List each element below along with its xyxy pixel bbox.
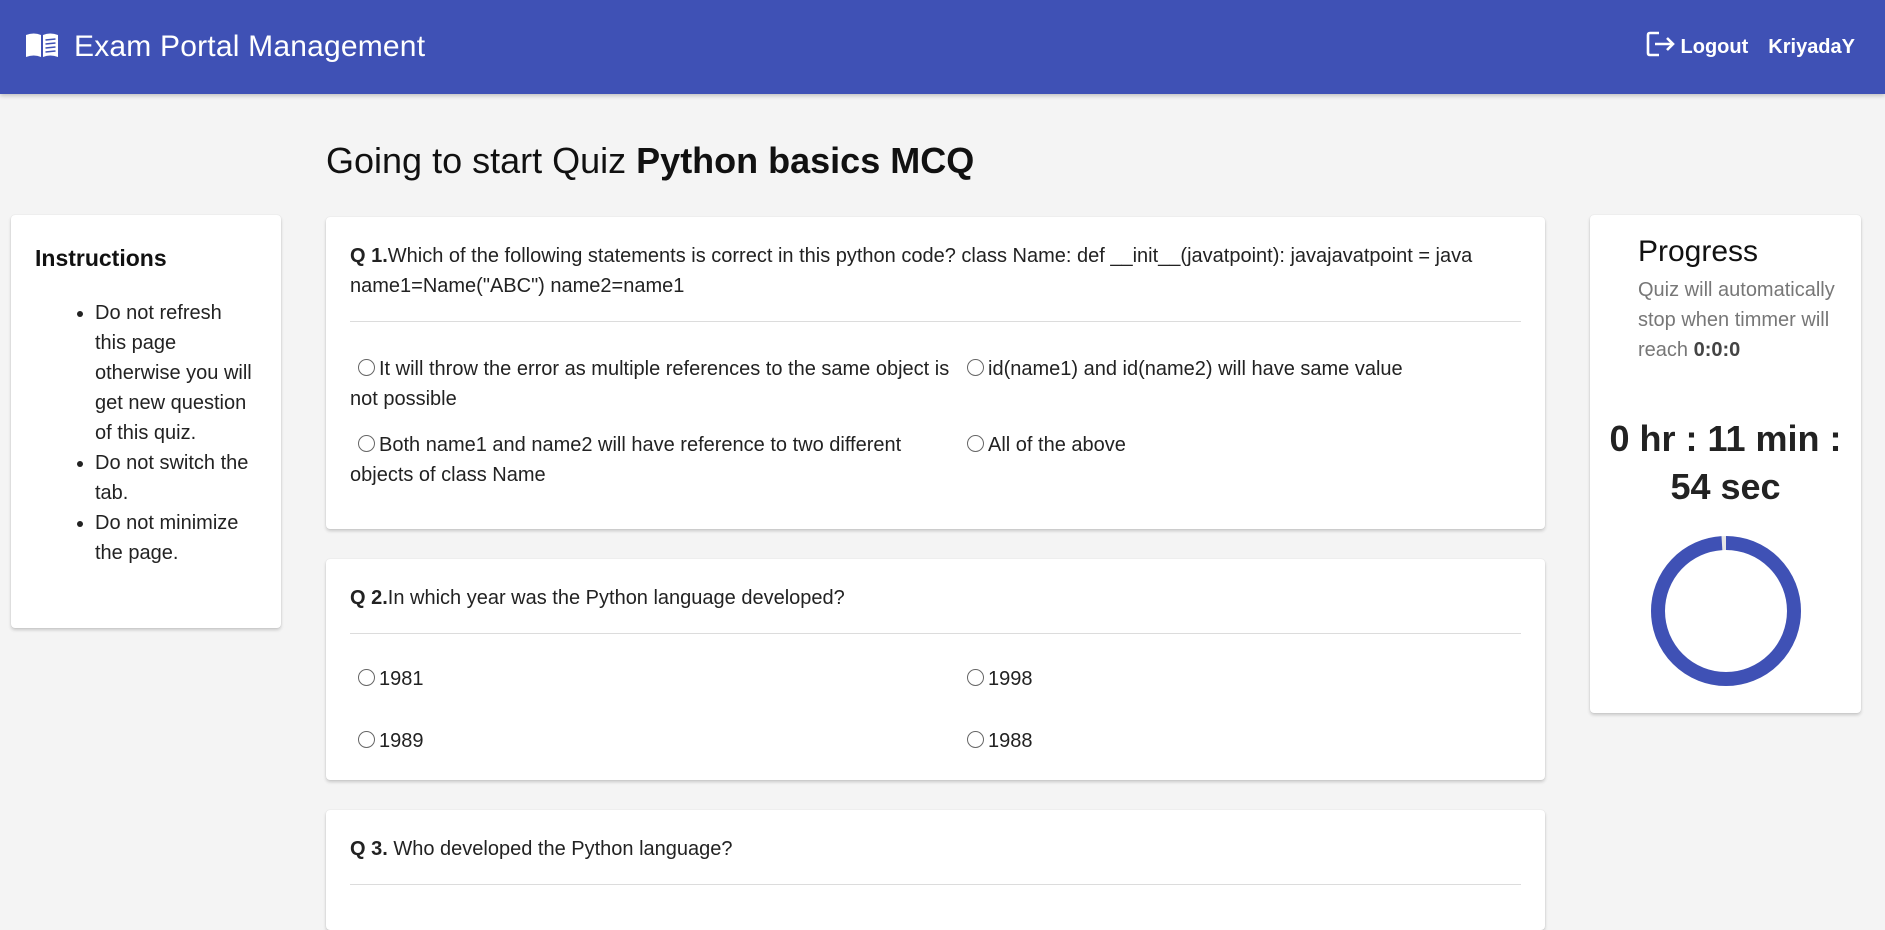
question-card-1: Q 1.Which of the following statements is… [326, 217, 1545, 529]
user-name[interactable]: KriyadaY [1768, 36, 1855, 59]
option[interactable]: 1989 [350, 726, 959, 756]
option[interactable]: Both name1 and name2 will have reference… [350, 430, 959, 490]
option[interactable]: All of the above [959, 430, 1521, 490]
logout-icon [1645, 29, 1677, 65]
option-label: 1981 [379, 668, 424, 690]
quiz-name: Python basics MCQ [636, 140, 975, 181]
progress-stop-time: 0:0:0 [1693, 339, 1741, 361]
top-navbar: Exam Portal Management Logout KriyadaY [0, 0, 1885, 94]
radio-button[interactable] [967, 359, 984, 376]
question-number: Q 3. [350, 838, 388, 860]
progress-spinner [1651, 536, 1801, 686]
instruction-item: Do not refresh this page otherwise you w… [95, 298, 257, 448]
question-text: Q 2.In which year was the Python languag… [350, 559, 1521, 634]
question-text: Q 3. Who developed the Python language? [350, 810, 1521, 885]
option-label: 1998 [988, 668, 1033, 690]
radio-button[interactable] [967, 435, 984, 452]
radio-button[interactable] [358, 359, 375, 376]
timer-line-1: 0 hr : 11 min : [1609, 418, 1842, 459]
radio-button[interactable] [358, 731, 375, 748]
question-card-3: Q 3. Who developed the Python language? [326, 810, 1545, 930]
question-body: Which of the following statements is cor… [350, 245, 1473, 297]
radio-button[interactable] [358, 669, 375, 686]
options-group: 1981 1998 1989 1988 [350, 634, 1521, 756]
radio-button[interactable] [967, 731, 984, 748]
question-number: Q 2. [350, 587, 388, 609]
page-title: Going to start Quiz Python basics MCQ [326, 140, 974, 182]
brand[interactable]: Exam Portal Management [24, 30, 425, 65]
countdown-timer: 0 hr : 11 min : 54 sec [1590, 415, 1861, 511]
option[interactable]: 1981 [350, 664, 959, 694]
radio-button[interactable] [358, 435, 375, 452]
instructions-list: Do not refresh this page otherwise you w… [35, 298, 257, 568]
book-icon [24, 30, 60, 65]
logout-button[interactable]: Logout [1645, 29, 1749, 65]
logout-label: Logout [1680, 35, 1749, 58]
question-body: Who developed the Python language? [387, 838, 733, 860]
question-number: Q 1. [350, 245, 388, 267]
option-label: All of the above [988, 434, 1126, 456]
option-label: 1988 [988, 730, 1033, 752]
option-label: It will throw the error as multiple refe… [350, 358, 950, 410]
instructions-card: Instructions Do not refresh this page ot… [11, 215, 281, 628]
progress-title: Progress [1638, 235, 1759, 268]
question-text: Q 1.Which of the following statements is… [350, 217, 1521, 322]
question-body: In which year was the Python language de… [387, 587, 845, 609]
option[interactable]: 1998 [959, 664, 1521, 694]
page-title-prefix: Going to start Quiz [326, 140, 627, 181]
option[interactable]: 1988 [959, 726, 1521, 756]
progress-note: Quiz will automatically stop when timmer… [1638, 275, 1838, 365]
instruction-item: Do not minimize the page. [95, 508, 257, 568]
option[interactable]: id(name1) and id(name2) will have same v… [959, 354, 1521, 414]
question-card-2: Q 2.In which year was the Python languag… [326, 559, 1545, 780]
options-group: It will throw the error as multiple refe… [350, 322, 1521, 490]
progress-card: Progress Quiz will automatically stop wh… [1590, 215, 1861, 713]
instruction-item: Do not switch the tab. [95, 448, 257, 508]
progress-arc [1651, 536, 1801, 686]
option[interactable]: It will throw the error as multiple refe… [350, 354, 959, 414]
option-label: Both name1 and name2 will have reference… [350, 434, 902, 486]
option-label: id(name1) and id(name2) will have same v… [988, 358, 1403, 380]
option-label: 1989 [379, 730, 424, 752]
timer-line-2: 54 sec [1670, 466, 1781, 507]
radio-button[interactable] [967, 669, 984, 686]
app-title: Exam Portal Management [74, 30, 426, 63]
instructions-title: Instructions [35, 245, 167, 271]
